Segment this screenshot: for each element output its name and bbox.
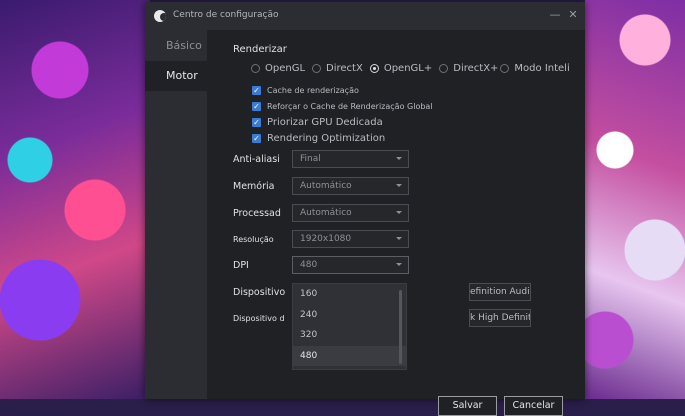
processor-label: Processad xyxy=(233,207,281,219)
sidebar-item-motor[interactable]: Motor xyxy=(145,61,207,91)
radio-label: OpenGL xyxy=(265,63,306,74)
radio-label: OpenGL+ xyxy=(383,63,433,74)
radio-label: DirectX xyxy=(326,63,363,74)
chevron-down-icon xyxy=(396,184,402,187)
audio-input-select[interactable]: k High Definiti xyxy=(469,309,531,327)
chevron-down-icon xyxy=(396,157,402,160)
chevron-down-icon xyxy=(396,237,402,240)
audio-output-select[interactable]: efinition Audio xyxy=(469,283,531,301)
memory-select[interactable]: Automático xyxy=(292,177,409,195)
processor-row: Processad xyxy=(233,204,293,222)
processor-select[interactable]: Automático xyxy=(292,204,409,222)
checkbox-label: Priorizar GPU Dedicada xyxy=(267,116,383,128)
renderer-options: OpenGL DirectX OpenGL+ DirectX+ Modo Int… xyxy=(251,63,577,74)
sidebar-item-label: Motor xyxy=(166,69,198,82)
radio-dot-selected xyxy=(369,64,379,73)
radio-opengl[interactable]: OpenGL xyxy=(251,63,305,74)
radio-directx-plus[interactable]: DirectX+ xyxy=(439,63,498,74)
checkmark-icon: ✓ xyxy=(252,85,261,95)
dpi-option-240[interactable]: 240 xyxy=(293,305,406,326)
device2-label: Dispositivo d xyxy=(233,313,285,323)
renderer-heading: Renderizar xyxy=(233,44,287,55)
radio-label: Modo Inteli xyxy=(514,63,570,74)
sidebar: Básico Motor xyxy=(145,30,207,399)
select-value: k High Definiti xyxy=(470,313,531,323)
radio-modo-inteligente[interactable]: Modo Inteli xyxy=(500,63,570,74)
memory-label: Memória xyxy=(233,180,275,192)
memory-row: Memória xyxy=(233,177,293,195)
radio-label: DirectX+ xyxy=(453,63,499,74)
select-value: efinition Audio xyxy=(470,287,531,297)
sidebar-item-basico[interactable]: Básico xyxy=(145,31,207,61)
checkbox-render-cache[interactable]: ✓ Cache de renderização xyxy=(252,82,433,98)
resolution-row: Resolução xyxy=(233,230,293,248)
checkmark-icon: ✓ xyxy=(252,117,261,127)
checkmark-icon: ✓ xyxy=(252,133,261,143)
dpi-label: DPI xyxy=(233,259,249,271)
checkbox-label: Rendering Optimization xyxy=(267,132,386,144)
checkbox-dedicated-gpu[interactable]: ✓ Priorizar GPU Dedicada xyxy=(252,114,433,130)
radio-directx[interactable]: DirectX xyxy=(312,63,363,74)
background-art-right xyxy=(585,0,685,399)
cancel-button[interactable]: Cancelar xyxy=(504,396,563,416)
dpi-row: DPI xyxy=(233,256,293,274)
checkbox-rendering-optimization[interactable]: ✓ Rendering Optimization xyxy=(252,130,433,146)
render-checkboxes: ✓ Cache de renderização ✓ Reforçar o Cac… xyxy=(252,82,433,146)
save-button[interactable]: Salvar xyxy=(438,396,497,416)
checkbox-label: Cache de renderização xyxy=(267,85,359,95)
chevron-down-icon xyxy=(396,263,402,266)
app-logo-icon xyxy=(154,10,166,22)
select-value: 480 xyxy=(300,260,318,270)
minimize-icon[interactable]: — xyxy=(548,8,562,22)
radio-dot xyxy=(500,64,510,73)
select-value: Final xyxy=(300,154,321,164)
radio-dot xyxy=(439,64,449,73)
anti-alias-select[interactable]: Final xyxy=(292,150,409,168)
select-value: Automático xyxy=(300,181,352,191)
radio-dot xyxy=(251,64,260,73)
anti-alias-label: Anti-aliasi xyxy=(233,153,280,165)
resolution-select[interactable]: 1920x1080 xyxy=(292,230,409,248)
dpi-dropdown-list: 160 240 320 480 xyxy=(292,283,407,370)
dropdown-scrollbar[interactable] xyxy=(399,290,402,364)
titlebar: Centro de configuração — ✕ xyxy=(145,2,585,30)
resolution-label: Resolução xyxy=(233,234,274,244)
anti-alias-row: Anti-aliasi xyxy=(233,150,293,168)
checkmark-icon: ✓ xyxy=(252,101,261,111)
select-value: Automático xyxy=(300,208,352,218)
dpi-option-160[interactable]: 160 xyxy=(293,284,406,305)
window-title: Centro de configuração xyxy=(173,10,279,20)
select-value: 1920x1080 xyxy=(300,234,352,244)
device-row: Dispositivo xyxy=(233,283,293,301)
radio-opengl-plus[interactable]: OpenGL+ xyxy=(369,63,433,74)
device-label: Dispositivo xyxy=(233,286,286,298)
dpi-option-480[interactable]: 480 xyxy=(293,345,406,366)
radio-dot xyxy=(312,64,322,73)
background-art-left xyxy=(0,0,150,399)
checkbox-label: Reforçar o Cache de Renderização Global xyxy=(267,101,433,111)
dpi-option-320[interactable]: 320 xyxy=(293,325,406,346)
dpi-select[interactable]: 480 xyxy=(292,256,409,274)
device2-row: Dispositivo d xyxy=(233,309,293,327)
chevron-down-icon xyxy=(396,211,402,214)
close-icon[interactable]: ✕ xyxy=(566,8,580,22)
sidebar-item-label: Básico xyxy=(166,39,202,52)
checkbox-global-render-cache[interactable]: ✓ Reforçar o Cache de Renderização Globa… xyxy=(252,98,433,114)
